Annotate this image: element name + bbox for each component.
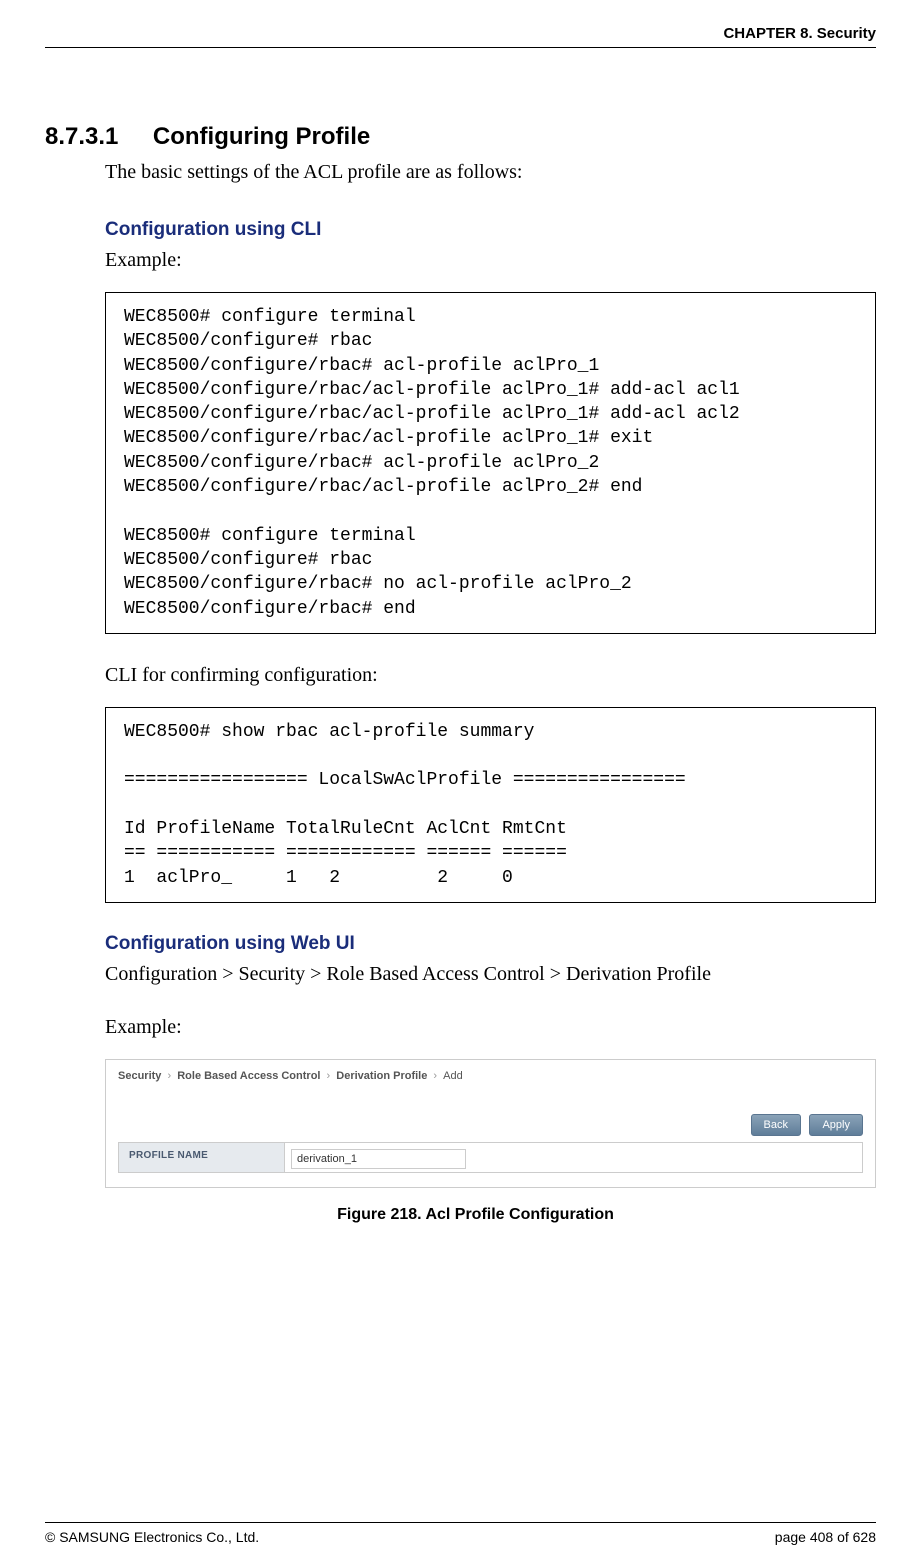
breadcrumb-item[interactable]: Derivation Profile	[336, 1070, 427, 1082]
chapter-label: CHAPTER 8. Security	[723, 25, 876, 42]
breadcrumb-item-current: Add	[443, 1070, 463, 1082]
apply-button[interactable]: Apply	[809, 1114, 863, 1136]
footer-page-number: page 408 of 628	[775, 1529, 876, 1545]
profile-name-cell	[284, 1143, 862, 1172]
page-header: CHAPTER 8. Security	[45, 25, 876, 48]
cli-code-block-2: WEC8500# show rbac acl-profile summary =…	[105, 707, 876, 903]
profile-name-input[interactable]	[291, 1149, 466, 1169]
back-button[interactable]: Back	[751, 1114, 801, 1136]
section-heading: 8.7.3.1 Configuring Profile	[75, 123, 876, 151]
page-footer: © SAMSUNG Electronics Co., Ltd. page 408…	[45, 1522, 876, 1545]
webui-example-label: Example:	[105, 1016, 876, 1039]
figure-caption: Figure 218. Acl Profile Configuration	[75, 1206, 876, 1224]
cli-example-label: Example:	[105, 249, 876, 272]
section-intro: The basic settings of the ACL profile ar…	[105, 161, 876, 184]
cli-confirm-label: CLI for confirming configuration:	[105, 664, 876, 687]
page-content: 8.7.3.1 Configuring Profile The basic se…	[45, 123, 876, 1522]
webui-heading: Configuration using Web UI	[105, 933, 876, 955]
form-row: PROFILE NAME	[118, 1142, 863, 1173]
cli-heading: Configuration using CLI	[105, 219, 876, 241]
breadcrumb-item[interactable]: Role Based Access Control	[177, 1070, 320, 1082]
chevron-right-icon: ›	[167, 1070, 171, 1082]
section-number: 8.7.3.1	[45, 123, 148, 151]
section-title: Configuring Profile	[153, 123, 370, 151]
ui-screenshot-figure: Security › Role Based Access Control › D…	[105, 1059, 876, 1188]
breadcrumb-item[interactable]: Security	[118, 1070, 161, 1082]
button-row: Back Apply	[118, 1112, 863, 1136]
cli-code-block-1: WEC8500# configure terminal WEC8500/conf…	[105, 292, 876, 634]
chevron-right-icon: ›	[327, 1070, 331, 1082]
chevron-right-icon: ›	[433, 1070, 437, 1082]
webui-path: Configuration > Security > Role Based Ac…	[105, 963, 876, 986]
breadcrumb: Security › Role Based Access Control › D…	[118, 1070, 863, 1082]
profile-name-label: PROFILE NAME	[119, 1143, 284, 1172]
footer-copyright: © SAMSUNG Electronics Co., Ltd.	[45, 1529, 259, 1545]
